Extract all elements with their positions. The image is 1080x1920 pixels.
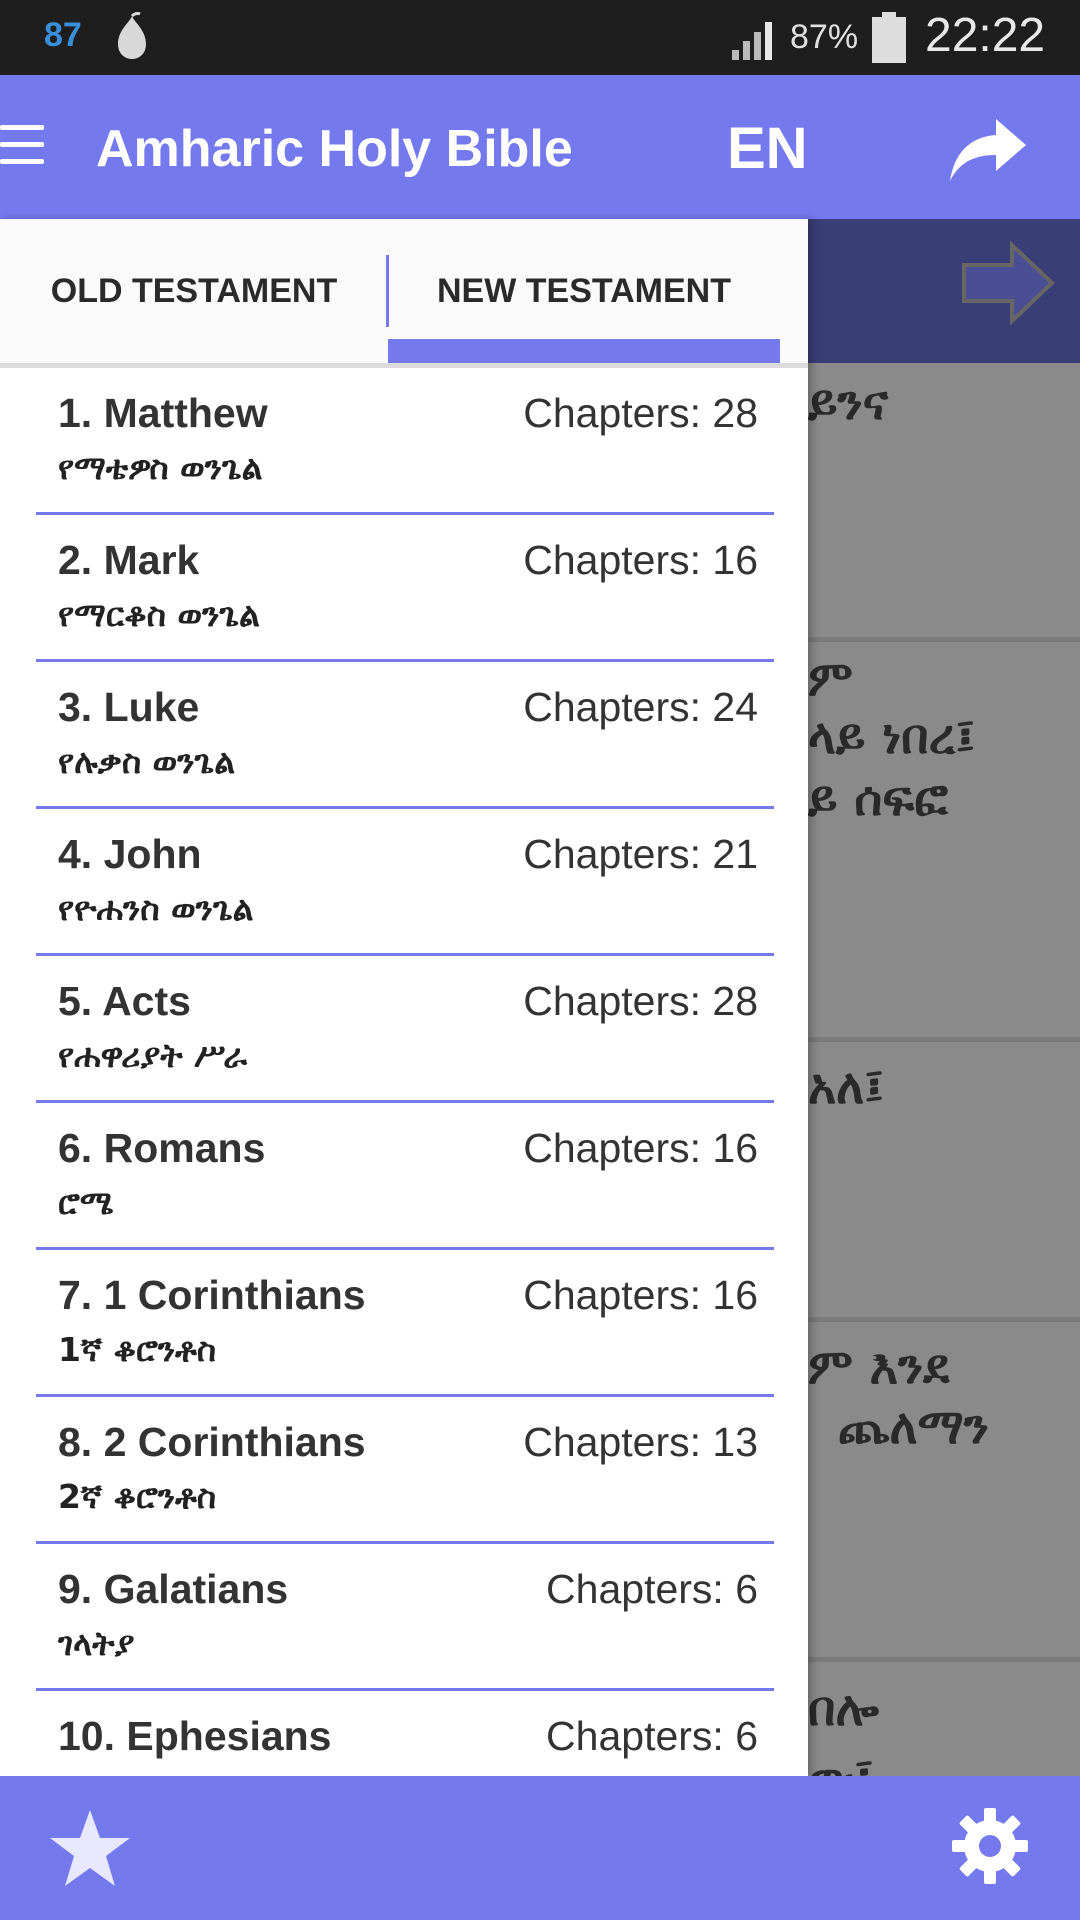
book-amharic-name: የማቴዎስ ወንጌል [58, 448, 263, 487]
book-chapters: Chapters: 24 [523, 684, 758, 730]
verse-separator [808, 1317, 1080, 1322]
clock: 22:22 [925, 9, 1046, 62]
verse-fragment: ጨለማን [838, 1399, 989, 1455]
book-title: 3. Luke [58, 684, 199, 731]
book-number: 8. [58, 1419, 93, 1465]
book-chapters: Chapters: 28 [523, 978, 758, 1024]
menu-icon[interactable] [0, 125, 44, 165]
book-drawer: OLD TESTAMENT NEW TESTAMENT 1. Matthew C… [0, 219, 808, 1776]
book-row-john[interactable]: 4. John Chapters: 21 የዮሐንስ ወንጌል [0, 809, 808, 956]
star-icon[interactable] [48, 1808, 132, 1888]
next-arrow-icon[interactable] [958, 233, 1058, 333]
book-row-ephesians[interactable]: 10. Ephesians Chapters: 6 [0, 1691, 808, 1776]
book-chapters: Chapters: 13 [523, 1419, 758, 1465]
verse-fragment: ይ ሰፍፎ [808, 771, 948, 827]
book-name: Acts [102, 978, 191, 1024]
bottom-bar [0, 1776, 1080, 1920]
book-amharic-name: 2ኛ ቆሮንቶስ [58, 1477, 217, 1516]
verse-fragment: አለ፤ [808, 1059, 884, 1115]
book-chapters: Chapters: 6 [546, 1566, 758, 1612]
language-toggle[interactable]: EN [727, 115, 808, 182]
verse-separator [808, 1657, 1080, 1662]
book-number: 3. [58, 684, 93, 730]
book-title: 7. 1 Corinthians [58, 1272, 366, 1319]
share-icon[interactable] [948, 115, 1028, 185]
status-bar: 87 87% 22:22 [0, 0, 1080, 75]
book-number: 5. [58, 978, 93, 1024]
book-title: 6. Romans [58, 1125, 265, 1172]
book-number: 1. [58, 390, 93, 436]
book-chapters: Chapters: 16 [523, 1125, 758, 1171]
book-number: 6. [58, 1125, 93, 1171]
verse-fragment: ይንና [808, 375, 889, 431]
battery-icon [872, 12, 906, 63]
verse-separator [808, 637, 1080, 642]
book-amharic-name: የሐዋሪያት ሥራ [58, 1036, 248, 1075]
book-title: 2. Mark [58, 537, 199, 584]
book-row-luke[interactable]: 3. Luke Chapters: 24 የሉቃስ ወንጌል [0, 662, 808, 809]
notification-count: 87 [44, 16, 82, 54]
app-title: Amharic Holy Bible [96, 120, 573, 178]
verse-fragment: ም [808, 651, 853, 707]
testament-tabs: OLD TESTAMENT NEW TESTAMENT [0, 219, 808, 368]
verse-fragment: ላይ ነበረ፤ [808, 709, 976, 765]
book-title: 4. John [58, 831, 202, 878]
app-bar: Amharic Holy Bible EN [0, 75, 1080, 219]
book-name: 1 Corinthians [103, 1272, 366, 1318]
battery-percent: 87% [790, 18, 859, 56]
book-chapters: Chapters: 28 [523, 390, 758, 436]
book-row-galatians[interactable]: 9. Galatians Chapters: 6 ገላትያ [0, 1544, 808, 1691]
verse-fragment: በሎ [808, 1681, 879, 1737]
book-title: 10. Ephesians [58, 1713, 332, 1760]
book-amharic-name: 1ኛ ቆሮንቶስ [58, 1330, 217, 1369]
book-name: Mark [103, 537, 200, 583]
tab-selected-indicator [388, 339, 780, 363]
book-number: 4. [58, 831, 93, 877]
verse-separator [808, 1037, 1080, 1042]
book-title: 9. Galatians [58, 1566, 288, 1613]
book-number: 7. [58, 1272, 93, 1318]
signal-icon [732, 22, 772, 60]
book-row-1-corinthians[interactable]: 7. 1 Corinthians Chapters: 16 1ኛ ቆሮንቶስ [0, 1250, 808, 1397]
verse-fragment: ው፤ [808, 1749, 874, 1776]
book-chapters: Chapters: 21 [523, 831, 758, 877]
book-row-2-corinthians[interactable]: 8. 2 Corinthians Chapters: 13 2ኛ ቆሮንቶስ [0, 1397, 808, 1544]
book-amharic-name: የሉቃስ ወንጌል [58, 742, 236, 781]
book-name: Galatians [103, 1566, 289, 1612]
book-amharic-name: የማርቆስ ወንጌል [58, 595, 260, 634]
book-title: 1. Matthew [58, 390, 268, 437]
tab-old-testament[interactable]: OLD TESTAMENT [0, 219, 388, 363]
book-name: John [103, 831, 202, 877]
book-chapters: Chapters: 6 [546, 1713, 758, 1759]
book-chapters: Chapters: 16 [523, 1272, 758, 1318]
onion-icon [118, 12, 146, 59]
book-number: 10. [58, 1713, 115, 1759]
book-row-matthew[interactable]: 1. Matthew Chapters: 28 የማቴዎስ ወንጌል [0, 368, 808, 515]
book-row-acts[interactable]: 5. Acts Chapters: 28 የሐዋሪያት ሥራ [0, 956, 808, 1103]
gear-icon[interactable] [950, 1806, 1030, 1886]
book-amharic-name: ገላትያ [58, 1624, 135, 1663]
book-title: 8. 2 Corinthians [58, 1419, 366, 1466]
book-number: 2. [58, 537, 93, 583]
book-title: 5. Acts [58, 978, 191, 1025]
book-number: 9. [58, 1566, 93, 1612]
chapter-content-background: ይንና ም ላይ ነበረ፤ ይ ሰፍፎ አለ፤ ም እንደ ጨለማን በሎ ው፤ [808, 219, 1080, 1776]
book-row-romans[interactable]: 6. Romans Chapters: 16 ሮሜ [0, 1103, 808, 1250]
book-row-mark[interactable]: 2. Mark Chapters: 16 የማርቆስ ወንጌል [0, 515, 808, 662]
book-name: Matthew [103, 390, 268, 436]
verse-fragment: ም እንደ [808, 1339, 950, 1395]
book-name: Ephesians [126, 1713, 332, 1759]
book-chapters: Chapters: 16 [523, 537, 758, 583]
book-amharic-name: የዮሐንስ ወንጌል [58, 889, 254, 928]
book-name: Romans [103, 1125, 266, 1171]
book-list: 1. Matthew Chapters: 28 የማቴዎስ ወንጌል 2. Ma… [0, 368, 808, 1776]
book-name: Luke [103, 684, 200, 730]
book-name: 2 Corinthians [103, 1419, 366, 1465]
book-amharic-name: ሮሜ [58, 1183, 114, 1222]
